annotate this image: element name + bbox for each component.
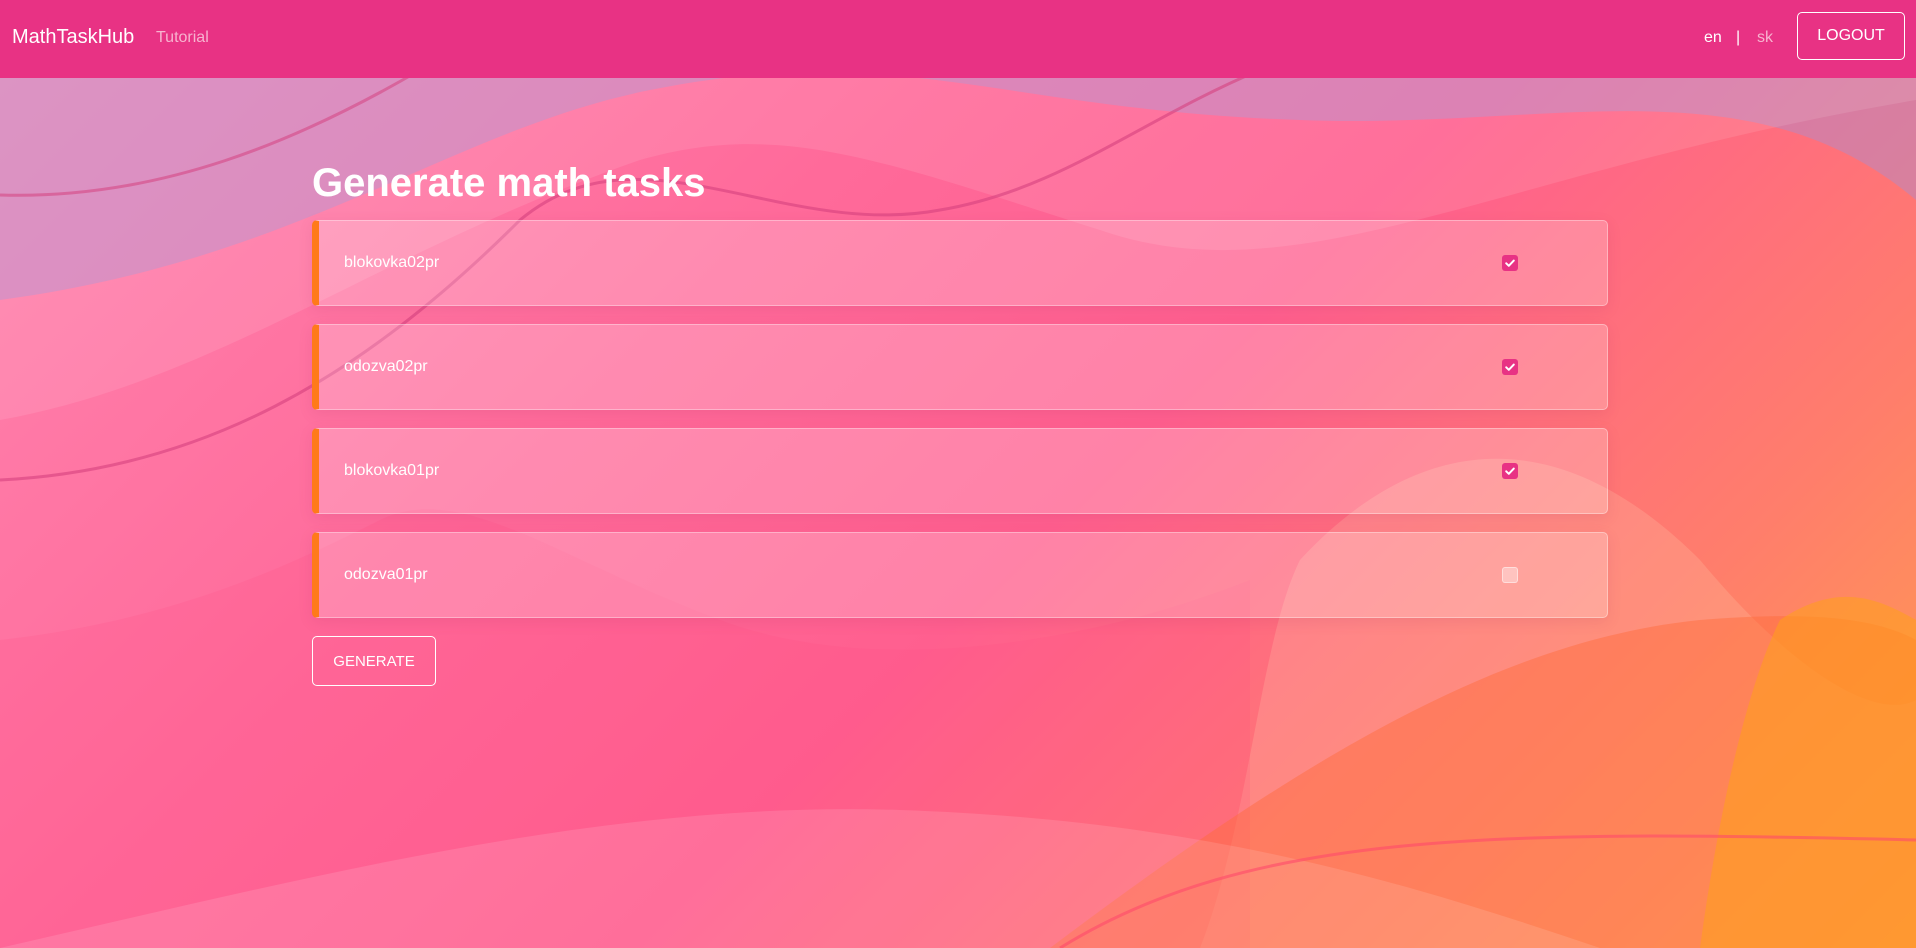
brand-logo[interactable]: MathTaskHub [12, 26, 134, 49]
task-checkbox[interactable] [1502, 255, 1518, 271]
task-label: blokovka02pr [344, 254, 440, 271]
main-content: Generate math tasks blokovka02pr odozva0… [312, 160, 1608, 686]
task-card[interactable]: odozva01pr [312, 532, 1608, 618]
logout-button[interactable]: LOGOUT [1797, 12, 1905, 60]
language-sk[interactable]: sk [1757, 29, 1773, 47]
checkmark-icon [1505, 259, 1515, 267]
checkmark-icon [1505, 467, 1515, 475]
nav-link-tutorial[interactable]: Tutorial [156, 29, 209, 47]
task-checkbox[interactable] [1502, 567, 1518, 583]
page-title: Generate math tasks [312, 161, 706, 205]
task-checkbox[interactable] [1502, 359, 1518, 375]
task-card[interactable]: blokovka02pr [312, 220, 1608, 306]
task-label: blokovka01pr [344, 462, 440, 479]
task-card[interactable]: blokovka01pr [312, 428, 1608, 514]
task-label: odozva02pr [344, 358, 428, 375]
top-navbar: MathTaskHub Tutorial en | sk LOGOUT [0, 0, 1916, 78]
task-checkbox[interactable] [1502, 463, 1518, 479]
generate-button[interactable]: GENERATE [312, 636, 436, 686]
task-label: odozva01pr [344, 566, 428, 583]
task-card[interactable]: odozva02pr [312, 324, 1608, 410]
language-separator: | [1736, 29, 1741, 46]
language-en[interactable]: en [1704, 29, 1722, 47]
task-list: blokovka02pr odozva02pr blokovka01pr odo… [312, 220, 1608, 618]
checkmark-icon [1505, 363, 1515, 371]
